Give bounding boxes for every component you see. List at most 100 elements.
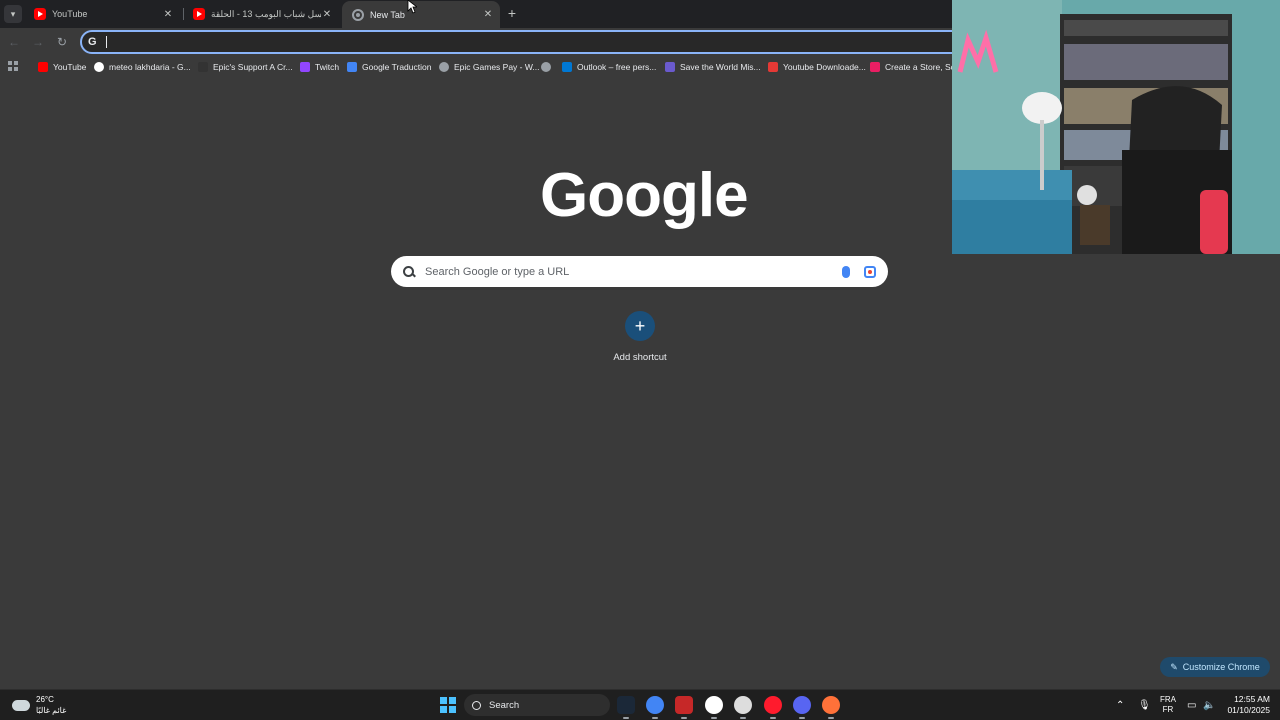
tab-title: YouTube [52, 9, 88, 19]
add-shortcut-button[interactable]: + [625, 311, 655, 341]
webcam-scene-image [952, 0, 1280, 254]
back-icon[interactable]: ← [6, 34, 22, 50]
weather-widget[interactable]: 26°C غائم غالبًا [12, 694, 66, 716]
webcam-overlay [952, 0, 1280, 254]
weather-description: غائم غالبًا [36, 706, 67, 715]
bookmark-item[interactable]: Epic Games Pay - W... [439, 60, 540, 74]
bookmark-label: Youtube Downloade... [783, 62, 866, 72]
steam-icon[interactable] [617, 696, 635, 714]
search-icon [472, 700, 481, 710]
tab-title: New Tab [370, 9, 405, 20]
chatgpt-alt-icon[interactable] [734, 696, 752, 714]
running-indicator [740, 717, 746, 719]
youtube-icon [193, 8, 205, 20]
bookmark-label: Epic's Support A Cr... [213, 62, 293, 72]
snipping-tool-icon[interactable] [675, 696, 693, 714]
firefox-icon[interactable] [822, 696, 840, 714]
close-icon[interactable]: ✕ [162, 9, 174, 20]
outlook-icon [562, 62, 572, 72]
bookmark-label: meteo lakhdaria - G... [109, 62, 191, 72]
search-placeholder[interactable]: Search Google or type a URL [425, 266, 842, 278]
clock-time: 12:55 AM [1234, 694, 1270, 704]
running-indicator [799, 717, 805, 719]
twitch-icon [300, 62, 310, 72]
close-icon[interactable]: ✕ [482, 9, 494, 20]
bookmark-item[interactable]: Youtube Downloade... [768, 60, 866, 74]
add-shortcut-label[interactable]: Add shortcut [590, 352, 690, 363]
clock[interactable]: 12:55 AM 01/10/2025 [1222, 694, 1270, 716]
bookmark-item[interactable]: Outlook – free pers... [562, 60, 656, 74]
translate-icon [347, 62, 357, 72]
tab-new-tab[interactable]: New Tab ✕ [342, 1, 500, 28]
microphone-icon[interactable] [842, 265, 850, 278]
bookmark-label: Twitch [315, 62, 340, 72]
bookmark-item[interactable] [541, 60, 556, 74]
customize-chrome-label: Customize Chrome [1182, 662, 1260, 672]
search-box[interactable]: Search Google or type a URL [391, 256, 888, 287]
running-indicator [681, 717, 687, 719]
bookmark-item[interactable]: Create a Store, Scal [870, 60, 962, 74]
opera-icon[interactable] [764, 696, 782, 714]
download-icon [768, 62, 778, 72]
bookmark-label: Save the World Mis... [680, 62, 761, 72]
tab-search-button[interactable]: ▾ [4, 5, 22, 23]
network-icon[interactable]: ▭ [1187, 690, 1196, 720]
bookmark-label: Google Traduction [362, 62, 432, 72]
mouse-cursor-icon [407, 0, 417, 14]
language-code: FRA [1160, 695, 1176, 704]
bookmark-label: Epic Games Pay - W... [454, 62, 540, 72]
reload-icon[interactable]: ↻ [54, 34, 70, 50]
google-logo: Google [540, 161, 749, 230]
bookmark-item[interactable]: Google Traduction [347, 60, 431, 74]
fortnite-icon [665, 62, 675, 72]
tab-series-episode[interactable]: مسلسل شباب البومب 13 - الحلقة ✕ [183, 2, 339, 26]
bookmark-item[interactable]: Epic's Support A Cr... [198, 60, 293, 74]
google-icon: G [88, 36, 97, 48]
globe-icon [541, 62, 551, 72]
forward-icon[interactable]: → [30, 34, 46, 50]
close-icon[interactable]: ✕ [321, 9, 333, 20]
microphone-icon[interactable]: 🎙 [1138, 690, 1151, 720]
running-indicator [828, 717, 834, 719]
chevron-up-icon[interactable]: ⌃ [1116, 690, 1124, 720]
text-caret [106, 36, 107, 48]
running-indicator [711, 717, 717, 719]
taskbar-search[interactable]: Search [464, 694, 610, 716]
bookmark-label: YouTube [53, 62, 87, 72]
running-indicator [770, 717, 776, 719]
volume-icon[interactable]: 🔈 [1203, 690, 1215, 720]
weather-temperature: 26°C [36, 695, 54, 704]
new-tab-button[interactable]: + [504, 5, 520, 21]
bookmark-item[interactable]: Save the World Mis... [665, 60, 761, 74]
google-icon [94, 62, 104, 72]
pencil-icon: ✎ [1170, 661, 1178, 672]
language-indicator[interactable]: FRA FR [1160, 695, 1176, 715]
youtube-icon [34, 8, 46, 20]
epic-icon [198, 62, 208, 72]
cloud-icon [12, 699, 30, 711]
bookmark-item[interactable]: meteo lakhdaria - G... [94, 60, 191, 74]
apps-grid-icon[interactable] [8, 61, 18, 71]
taskbar: 26°C غائم غالبًا Search ⌃ 🎙 FRA FR ▭ 🔈 1… [0, 689, 1280, 720]
search-icon [403, 265, 415, 278]
bookmark-label: Outlook – free pers... [577, 62, 657, 72]
keyboard-layout: FR [1162, 705, 1174, 714]
bookmark-item[interactable]: Twitch [300, 60, 339, 74]
address-bar[interactable]: G [80, 30, 980, 54]
globe-icon [439, 62, 449, 72]
windows-start-icon[interactable] [440, 697, 456, 713]
bookmark-label: Create a Store, Scal [885, 62, 962, 72]
bookmark-item[interactable]: YouTube [38, 60, 86, 74]
customize-chrome-button[interactable]: ✎ Customize Chrome [1160, 657, 1270, 677]
clock-date: 01/10/2025 [1227, 705, 1270, 715]
youtube-icon [38, 62, 48, 72]
tab-title: مسلسل شباب البومب 13 - الحلقة [211, 8, 321, 19]
google-lens-icon[interactable] [864, 265, 876, 278]
running-indicator [623, 717, 629, 719]
chrome-icon [352, 8, 364, 21]
tab-youtube[interactable]: YouTube ✕ [24, 2, 180, 26]
chrome-icon[interactable] [646, 696, 664, 714]
chatgpt-icon[interactable] [705, 696, 723, 714]
running-indicator [652, 717, 658, 719]
discord-icon[interactable] [793, 696, 811, 714]
